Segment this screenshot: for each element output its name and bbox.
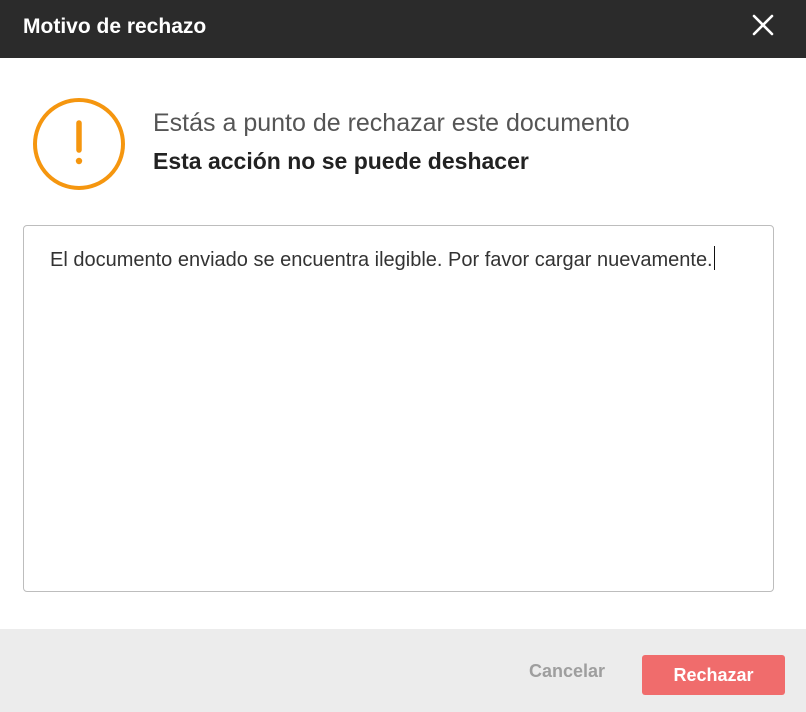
warning-emphasis: Esta acción no se puede deshacer (153, 148, 529, 174)
close-icon (752, 14, 774, 36)
dialog-footer: Cancelar Rechazar (0, 629, 806, 712)
dialog-title: Motivo de rechazo (23, 15, 207, 38)
cancel-button[interactable]: Cancelar (512, 651, 622, 691)
text-caret (713, 246, 715, 270)
reason-text: El documento enviado se encuentra ilegib… (50, 249, 713, 271)
exclamation-circle-icon (33, 98, 125, 190)
dialog-header: Motivo de rechazo (0, 0, 806, 58)
warning-message: Estás a punto de rechazar este documento (153, 109, 630, 137)
reject-button[interactable]: Rechazar (642, 655, 785, 695)
close-button[interactable] (748, 10, 778, 40)
reject-reason-dialog: Motivo de rechazo Estás a punto de recha… (0, 0, 806, 712)
reason-textarea[interactable]: El documento enviado se encuentra ilegib… (23, 225, 774, 592)
